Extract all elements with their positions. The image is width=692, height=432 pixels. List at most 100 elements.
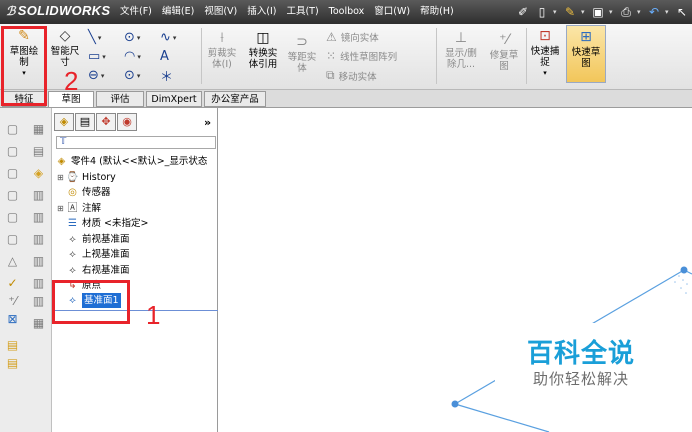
table-icon[interactable]: ▤ xyxy=(31,144,46,159)
repair-icon[interactable]: ⁺⁄ xyxy=(5,294,20,309)
mirror-entities-button[interactable]: ⚠ 镜向实体 xyxy=(326,30,379,44)
tab-dimxpert[interactable]: DimXpert xyxy=(146,91,202,107)
move-entities-button[interactable]: ⧉ 移动实体 xyxy=(326,68,377,83)
view-icon[interactable]: ▥ xyxy=(31,276,46,291)
tree-item-part[interactable]: ◈ 零件4 (默认<<默认>_显示状态 xyxy=(55,154,208,169)
offset-icon: ⊃ xyxy=(296,34,308,50)
arc-icon[interactable]: ◠ ▾ xyxy=(124,49,160,64)
view-cube-icon[interactable]: ▢ xyxy=(5,210,20,225)
plane-handle[interactable] xyxy=(680,266,688,274)
undo-icon[interactable]: ↶ xyxy=(646,4,662,20)
convert-entities-button[interactable]: ◫ 转换实 体引用 xyxy=(244,30,282,70)
chevron-down-icon[interactable]: ▾ xyxy=(528,68,562,79)
table-icon[interactable]: ▦ xyxy=(31,316,46,331)
view-cube-icon[interactable]: ▢ xyxy=(5,232,20,247)
tree-item-label: 注解 xyxy=(82,203,102,214)
chevron-down-icon[interactable]: ▾ xyxy=(173,34,177,42)
chevron-down-icon[interactable]: ▾ xyxy=(137,34,141,42)
pin-icon[interactable]: ✐ xyxy=(515,4,531,20)
layer-icon[interactable]: ▤ xyxy=(5,356,20,371)
tree-item-label: 右视基准面 xyxy=(82,265,130,276)
move-icon: ⧉ xyxy=(326,68,335,82)
chevron-down-icon[interactable]: ▾ xyxy=(101,72,105,80)
menu-window[interactable]: 窗口(W) xyxy=(369,0,415,24)
view-icon[interactable]: ▥ xyxy=(31,232,46,247)
sketch-tools-grid: ╲ ▾ ⊙ ▾ ∿ ▾ ▭ ▾ ◠ ▾ A ⊖ ▾ ⊙ ▾ ＊ xyxy=(88,28,198,85)
tree-item-front-plane[interactable]: ⟡ 前视基准面 xyxy=(66,232,129,247)
layer-icon[interactable]: ▤ xyxy=(5,338,20,353)
property-manager-tab-icon[interactable]: ▤ xyxy=(75,113,95,131)
expand-icon[interactable]: ⊞ xyxy=(57,170,66,185)
display-manager-tab-icon[interactable]: ◉ xyxy=(117,113,137,131)
feature-tree-tab-icon[interactable]: ◈ xyxy=(54,113,74,131)
view-cube-icon[interactable]: ▢ xyxy=(5,122,20,137)
open-icon[interactable]: ✎ xyxy=(562,4,578,20)
tree-item-material[interactable]: ☰ 材质 <未指定> xyxy=(66,216,148,231)
rapid-sketch-button[interactable]: ⊞ 快速草 图 xyxy=(566,25,606,83)
quick-snaps-button[interactable]: ⊡ 快速捕 捉 ▾ xyxy=(528,28,562,79)
trim-entities-button[interactable]: ⟊ 剪裁实 体(I) xyxy=(204,30,240,70)
solidworks-logo[interactable]: ℬ SOLIDWORKS xyxy=(6,3,110,18)
text-icon[interactable]: A xyxy=(160,49,196,64)
chevron-down-icon[interactable]: ▾ xyxy=(137,53,141,61)
repair-sketch-button[interactable]: ⁺⁄ 修复草 图 xyxy=(484,32,524,72)
smart-dimension-button[interactable]: ◇ 智能尺 寸 xyxy=(46,28,84,68)
menu-toolbox[interactable]: Toolbox xyxy=(324,0,370,24)
menu-edit[interactable]: 编辑(E) xyxy=(157,0,199,24)
tree-filter-input[interactable]: 𝕋 xyxy=(56,136,216,149)
line-icon[interactable]: ╲ ▾ xyxy=(88,30,124,45)
linear-pattern-button[interactable]: ⁙ 线性草图阵列 xyxy=(326,49,397,63)
tree-item-sensors[interactable]: ◎ 传感器 xyxy=(66,185,111,200)
plane-handle[interactable] xyxy=(451,400,459,408)
rectangle-icon[interactable]: ▭ ▾ xyxy=(88,49,124,64)
menu-file[interactable]: 文件(F) xyxy=(115,0,157,24)
save-icon[interactable]: ▣ xyxy=(590,4,606,20)
expand-panel-icon[interactable]: » xyxy=(204,116,211,129)
sketch-block-icon[interactable]: ◈ xyxy=(31,166,46,181)
chevron-down-icon[interactable]: ▾ xyxy=(553,8,559,16)
tree-item-top-plane[interactable]: ⟡ 上视基准面 xyxy=(66,247,129,262)
new-document-icon[interactable]: ▯ xyxy=(534,4,550,20)
circle-icon[interactable]: ⊙ ▾ xyxy=(124,30,160,45)
spline-icon[interactable]: ∿ ▾ xyxy=(160,30,196,45)
expand-icon[interactable]: ⊞ xyxy=(57,201,66,216)
view-cube-icon[interactable]: ▢ xyxy=(5,166,20,181)
print-icon[interactable]: ⎙ xyxy=(618,4,634,20)
select-icon[interactable]: ↖ xyxy=(674,4,690,20)
chevron-down-icon[interactable]: ▾ xyxy=(581,8,587,16)
tab-office-products[interactable]: 办公室产品 xyxy=(204,91,266,107)
fillet-icon[interactable]: ⊙ ▾ xyxy=(124,68,160,83)
offset-entities-button[interactable]: ⊃ 等距实 体 xyxy=(284,34,320,74)
relation-icon[interactable]: ✓ xyxy=(5,276,20,291)
view-cube-icon[interactable]: ▢ xyxy=(5,188,20,203)
tree-item-right-plane[interactable]: ⟡ 右视基准面 xyxy=(66,263,130,278)
chevron-down-icon[interactable]: ▾ xyxy=(98,34,102,42)
view-icon[interactable]: ▥ xyxy=(31,254,46,269)
config-manager-tab-icon[interactable]: ✥ xyxy=(96,113,116,131)
chevron-down-icon[interactable]: ▾ xyxy=(137,72,141,80)
menu-help[interactable]: 帮助(H) xyxy=(415,0,459,24)
view-icon[interactable]: ▥ xyxy=(31,294,46,309)
relations-icon: ⊥ xyxy=(454,30,468,46)
show-delete-relations-button[interactable]: ⊥ 显示/删 除几... xyxy=(440,30,482,70)
slot-icon[interactable]: ⊖ ▾ xyxy=(88,68,124,83)
view-icon[interactable]: ▥ xyxy=(31,210,46,225)
grid-icon[interactable]: ▦ xyxy=(31,122,46,137)
snap-icon[interactable]: ⊠ xyxy=(5,312,20,327)
view-cube-icon[interactable]: △ xyxy=(5,254,20,269)
tree-item-history[interactable]: ⊞ ⌚ History xyxy=(57,170,116,185)
tree-item-annotations[interactable]: ⊞ 🄰 注解 xyxy=(57,201,101,216)
view-cube-icon[interactable]: ▢ xyxy=(5,144,20,159)
menu-tools[interactable]: 工具(T) xyxy=(281,0,323,24)
chevron-down-icon[interactable]: ▾ xyxy=(609,8,615,16)
view-icon[interactable]: ▥ xyxy=(31,188,46,203)
chevron-down-icon[interactable]: ▾ xyxy=(637,8,643,16)
chevron-down-icon[interactable]: ▾ xyxy=(665,8,671,16)
menu-insert[interactable]: 插入(I) xyxy=(242,0,281,24)
tree-item-label: 传感器 xyxy=(82,187,111,198)
chevron-down-icon[interactable]: ▾ xyxy=(102,53,106,61)
filter-icon: 𝕋 xyxy=(60,137,67,147)
point-icon[interactable]: ＊ xyxy=(160,66,196,85)
tab-evaluate[interactable]: 评估 xyxy=(96,91,144,107)
menu-view[interactable]: 视图(V) xyxy=(199,0,242,24)
